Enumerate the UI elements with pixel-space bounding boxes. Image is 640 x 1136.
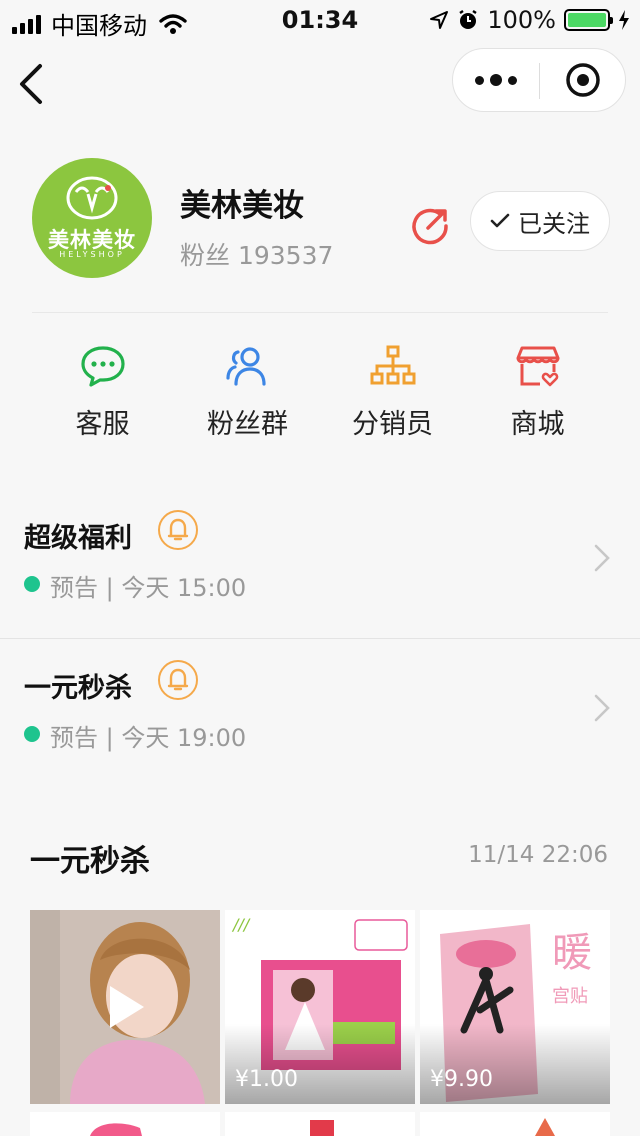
alarm-icon xyxy=(459,10,478,29)
status-bar: 中国移动 01:34 100% xyxy=(0,0,640,40)
shop-header: 美林美妆 HELYSHOP 美林美妆 粉丝 193537 已关注 xyxy=(0,154,640,314)
quick-item-label: 粉丝群 xyxy=(207,409,288,440)
promo-title: 一元秒杀 xyxy=(24,673,132,704)
mini-program-capsule xyxy=(452,48,626,112)
status-dot xyxy=(24,576,40,592)
promo-title: 超级福利 xyxy=(24,523,132,554)
promo-subtitle: 预告 | 今天 19:00 xyxy=(50,724,247,752)
more-dot-icon xyxy=(490,74,502,86)
product-price: ¥9.90 xyxy=(430,1067,493,1092)
shop-avatar[interactable]: 美林美妆 HELYSHOP xyxy=(32,158,152,278)
quick-item-label: 分销员 xyxy=(352,409,433,440)
svg-text:宫贴: 宫贴 xyxy=(552,986,588,1007)
promo-row-super-welfare[interactable]: 超级福利 预告 | 今天 15:00 xyxy=(0,490,640,638)
org-tree-icon xyxy=(370,345,415,385)
section-time: 11/14 22:06 xyxy=(468,842,608,868)
product-grid: /// ¥1.00 暖 宫贴 ¥9.90 xyxy=(30,910,610,1104)
fans-count: 粉丝 193537 xyxy=(180,241,334,270)
header-divider xyxy=(32,312,608,313)
nav-bar xyxy=(0,44,640,124)
quick-item-fan-group[interactable]: 粉丝群 xyxy=(175,344,320,444)
shop-logo-emblem-icon xyxy=(66,176,118,220)
section-title: 一元秒杀 xyxy=(30,844,150,879)
play-icon[interactable] xyxy=(110,986,144,1028)
back-arrow-icon[interactable] xyxy=(14,62,50,106)
chevron-right-icon xyxy=(594,544,610,572)
more-button[interactable] xyxy=(453,49,539,111)
quick-item-label: 客服 xyxy=(75,409,130,440)
follow-button[interactable]: 已关注 xyxy=(470,191,610,251)
quick-item-customer-service[interactable]: 客服 xyxy=(30,344,175,444)
share-icon[interactable] xyxy=(410,206,450,246)
product-price: ¥1.00 xyxy=(235,1067,298,1092)
more-dot-icon xyxy=(475,75,484,85)
product-tile-warmer[interactable]: 暖 宫贴 ¥9.90 xyxy=(420,910,610,1104)
promo-subtitle: 预告 | 今天 15:00 xyxy=(50,574,247,602)
quick-item-distributor[interactable]: 分销员 xyxy=(320,344,465,444)
bell-icon[interactable] xyxy=(158,510,198,550)
battery-percent: 100% xyxy=(487,6,556,34)
follow-label: 已关注 xyxy=(518,209,590,238)
check-icon xyxy=(490,213,510,228)
status-dot xyxy=(24,726,40,742)
bell-icon[interactable] xyxy=(158,660,198,700)
close-button[interactable] xyxy=(540,49,626,111)
chat-bubble-icon xyxy=(80,346,125,387)
logo-subtext: HELYSHOP xyxy=(59,250,125,259)
target-close-icon xyxy=(566,63,600,97)
product-tile-video[interactable] xyxy=(30,910,220,1104)
product-tile-pads[interactable]: /// ¥1.00 xyxy=(225,910,415,1104)
quick-item-mall[interactable]: 商城 xyxy=(465,344,610,444)
price-shade xyxy=(225,1024,415,1104)
chevron-right-icon xyxy=(594,694,610,722)
battery-icon xyxy=(564,9,613,31)
more-dot-icon xyxy=(508,75,517,85)
location-arrow-icon xyxy=(430,11,449,29)
svg-text:///: /// xyxy=(231,915,251,934)
promo-row-flash-sale[interactable]: 一元秒杀 预告 | 今天 19:00 xyxy=(0,640,640,788)
next-row-products-partial xyxy=(30,1112,610,1136)
shop-name: 美林美妆 xyxy=(180,188,304,224)
svg-text:暖: 暖 xyxy=(552,930,592,976)
status-right: 100% xyxy=(429,6,630,34)
price-shade xyxy=(420,1024,610,1104)
quick-item-label: 商城 xyxy=(510,409,565,440)
group-icon xyxy=(225,347,266,386)
quick-menu: 客服 粉丝群 分销员 商城 xyxy=(30,344,610,444)
charging-bolt-icon xyxy=(619,10,629,30)
store-icon xyxy=(516,346,559,387)
row-divider xyxy=(0,638,640,639)
